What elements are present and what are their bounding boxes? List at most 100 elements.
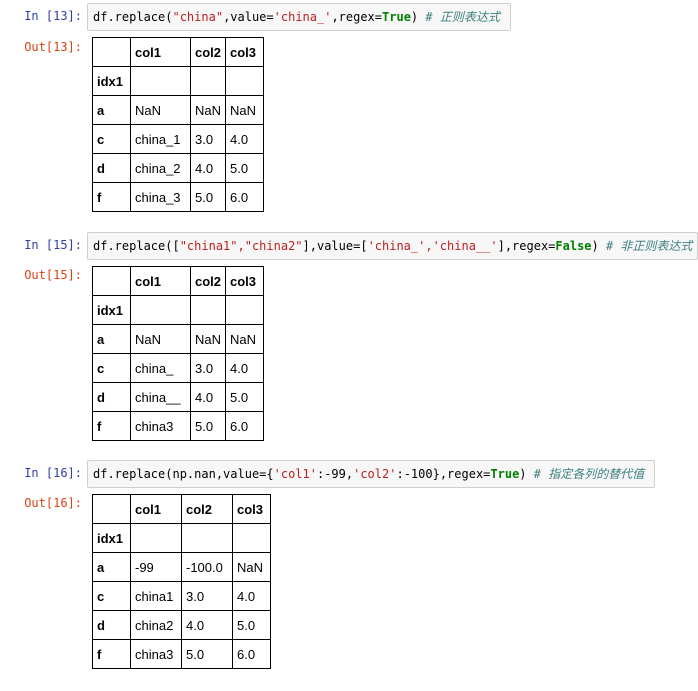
table-cell: 5.0	[181, 639, 233, 669]
table-cell: -99	[130, 552, 182, 582]
table-cell: 4.0	[189, 382, 227, 412]
code-close: )	[410, 10, 426, 24]
code-keyword: True	[490, 467, 520, 481]
code-string-value: 'col2'	[353, 467, 397, 481]
code-prefix: df.replace(	[93, 10, 173, 24]
table-cell: 3.0	[181, 581, 233, 611]
table-cell: 4.0	[225, 124, 265, 154]
code-keyword: True	[382, 10, 411, 24]
table-row: d china2 4.0 5.0	[92, 610, 271, 640]
index-name: idx1	[92, 295, 131, 325]
table-cell: 3.0	[189, 124, 227, 154]
code-close: )	[591, 239, 606, 253]
table-cell: china_	[130, 353, 191, 383]
empty-cell	[189, 66, 227, 96]
table-header-row: col1 col2 col3	[92, 494, 271, 524]
code-mid: ],regex=	[497, 239, 556, 253]
row-index: c	[92, 353, 131, 383]
empty-cell	[225, 66, 265, 96]
dataframe-output-15: col1 col2 col3 idx1 a NaN NaN NaN c chin…	[92, 266, 265, 441]
row-index: c	[92, 124, 131, 154]
column-header: col2	[189, 266, 227, 296]
index-name-row: idx1	[92, 66, 265, 96]
index-name: idx1	[92, 66, 131, 96]
table-cell: 6.0	[225, 182, 265, 212]
table-cell: 5.0	[232, 610, 271, 640]
row-index: a	[92, 552, 131, 582]
empty-cell	[225, 295, 265, 325]
table-cell: china__	[130, 382, 191, 412]
table-cell: china3	[130, 639, 182, 669]
dataframe-output-13: col1 col2 col3 idx1 a NaN NaN NaN c chin…	[92, 37, 265, 212]
table-row: c china1 3.0 4.0	[92, 581, 271, 611]
row-index: c	[92, 581, 131, 611]
table-cell: china3	[130, 411, 191, 441]
table-cell: 6.0	[225, 411, 265, 441]
table-cell: china_3	[130, 182, 191, 212]
row-index: a	[92, 95, 131, 125]
table-header-row: col1 col2 col3	[92, 37, 265, 67]
code-mid: :-99,	[316, 467, 354, 481]
table-row: d china_2 4.0 5.0	[92, 153, 265, 183]
empty-cell	[189, 295, 227, 325]
empty-cell	[130, 66, 191, 96]
column-header: col1	[130, 494, 182, 524]
table-cell: -100.0	[181, 552, 233, 582]
row-index: f	[92, 411, 131, 441]
code-input-cell-16[interactable]: df.replace(np.nan,value={'col1':-99,'col…	[87, 460, 655, 488]
table-cell: NaN	[189, 95, 227, 125]
empty-cell	[232, 523, 271, 553]
empty-cell	[130, 523, 182, 553]
table-cell: NaN	[232, 552, 271, 582]
dataframe-output-16: col1 col2 col3 idx1 a -99 -100.0 NaN c c…	[92, 494, 271, 669]
in-prompt-16: In [16]:	[24, 466, 82, 480]
row-index: a	[92, 324, 131, 354]
out-prompt-13: Out[13]:	[24, 40, 82, 54]
table-cell: NaN	[225, 324, 265, 354]
table-cell: NaN	[189, 324, 227, 354]
table-cell: 6.0	[232, 639, 271, 669]
table-cell: 4.0	[189, 153, 227, 183]
row-index: d	[92, 610, 131, 640]
column-header: col3	[232, 494, 271, 524]
table-cell: 4.0	[225, 353, 265, 383]
code-mid: ,regex=	[331, 10, 383, 24]
table-cell: china2	[130, 610, 182, 640]
table-cell: china_1	[130, 124, 191, 154]
table-row: c china_ 3.0 4.0	[92, 353, 265, 383]
table-cell: NaN	[225, 95, 265, 125]
table-row: a NaN NaN NaN	[92, 95, 265, 125]
code-keyword: False	[555, 239, 592, 253]
code-mid: ,value=	[223, 10, 274, 24]
code-mid: ],value=[	[302, 239, 368, 253]
in-prompt-15: In [15]:	[24, 238, 82, 252]
code-input-cell-15[interactable]: df.replace(["china1","china2"],value=['c…	[87, 232, 698, 260]
table-row: f china_3 5.0 6.0	[92, 182, 265, 212]
table-cell: 5.0	[225, 153, 265, 183]
corner-cell	[92, 494, 131, 524]
table-cell: 5.0	[225, 382, 265, 412]
row-index: d	[92, 153, 131, 183]
code-mid: :-100},regex=	[396, 467, 491, 481]
code-input-cell-13[interactable]: df.replace("china",value='china_',regex=…	[87, 3, 511, 31]
row-index: f	[92, 182, 131, 212]
code-close: )	[519, 467, 534, 481]
corner-cell	[92, 266, 131, 296]
table-row: f china3 5.0 6.0	[92, 639, 271, 669]
empty-cell	[130, 295, 191, 325]
table-row: f china3 5.0 6.0	[92, 411, 265, 441]
table-cell: 4.0	[181, 610, 233, 640]
table-cell: 3.0	[189, 353, 227, 383]
code-string-value: 'china_','china__'	[367, 239, 498, 253]
column-header: col3	[225, 266, 265, 296]
in-prompt-13: In [13]:	[24, 9, 82, 23]
empty-cell	[181, 523, 233, 553]
table-cell: china_2	[130, 153, 191, 183]
table-row: c china_1 3.0 4.0	[92, 124, 265, 154]
table-cell: 5.0	[189, 182, 227, 212]
index-name-row: idx1	[92, 523, 271, 553]
column-header: col1	[130, 266, 191, 296]
row-index: d	[92, 382, 131, 412]
out-prompt-15: Out[15]:	[24, 268, 82, 282]
out-prompt-16: Out[16]:	[24, 496, 82, 510]
